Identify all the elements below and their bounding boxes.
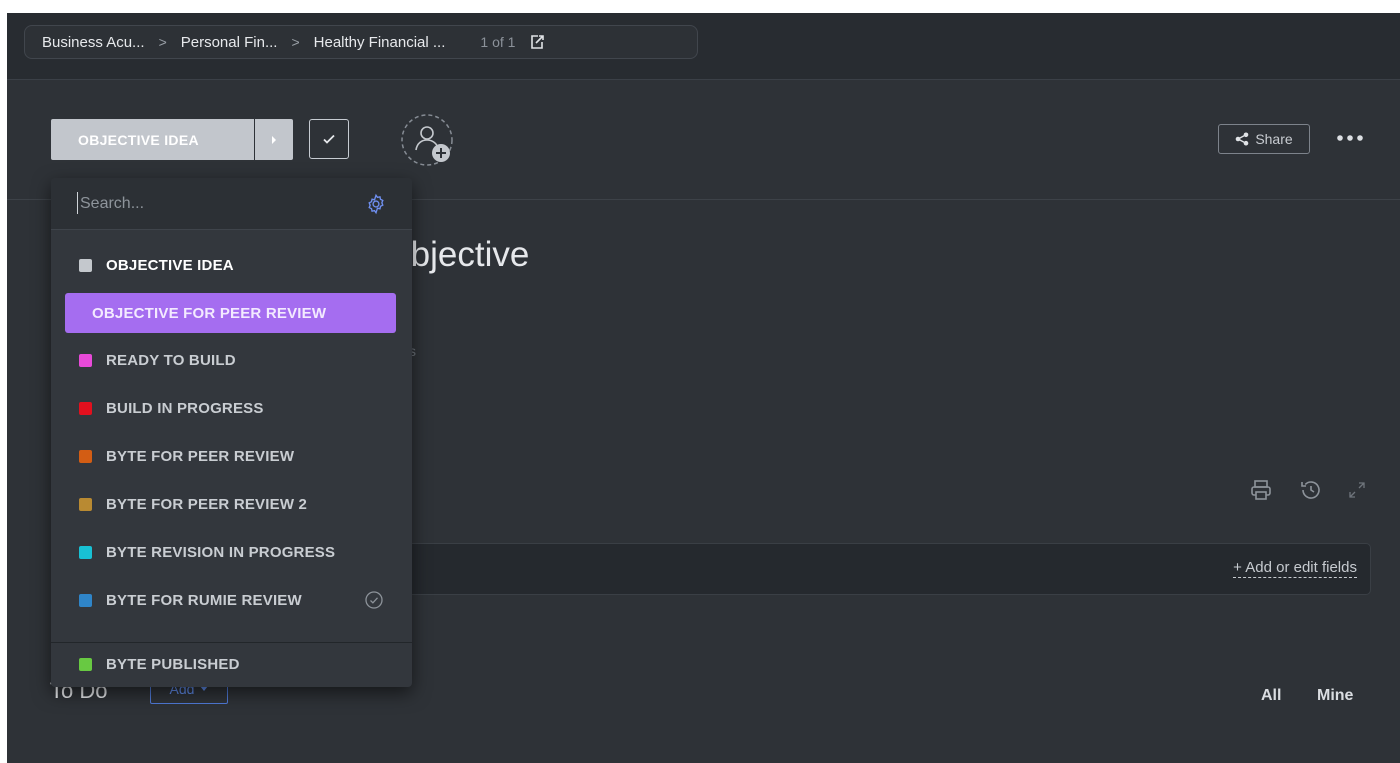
add-assignee-icon[interactable]: [400, 113, 456, 169]
status-option-label: OBJECTIVE FOR PEER REVIEW: [92, 304, 327, 322]
done-status-check-icon: [365, 591, 383, 609]
task-view: Business Acu... > Personal Fin... > Heal…: [7, 13, 1400, 763]
status-option-byte-revision-in-progress[interactable]: BYTE REVISION IN PROGRESS: [65, 532, 396, 572]
share-button[interactable]: Share: [1218, 124, 1310, 154]
more-options-button[interactable]: [1332, 125, 1368, 151]
status-option-ready-to-build[interactable]: READY TO BUILD: [65, 340, 396, 380]
status-color-swatch: [79, 353, 92, 367]
status-option-label: BYTE PUBLISHED: [106, 655, 240, 673]
filter-mine-tab[interactable]: Mine: [1317, 687, 1353, 705]
top-bar: Business Acu... > Personal Fin... > Heal…: [7, 13, 1400, 80]
breadcrumb-item-folder[interactable]: Personal Fin...: [181, 34, 278, 51]
add-edit-fields-link[interactable]: + Add or edit fields: [1233, 559, 1357, 578]
caret-right-icon: [272, 135, 276, 144]
status-color-swatch: [79, 545, 92, 559]
breadcrumb-item-list[interactable]: Healthy Financial ...: [314, 34, 446, 51]
filter-all-tab[interactable]: All: [1261, 687, 1281, 705]
share-icon: [1236, 132, 1249, 146]
task-title[interactable]: )bjective: [399, 235, 529, 275]
status-search-input[interactable]: [78, 191, 352, 217]
status-button[interactable]: OBJECTIVE IDEA: [51, 119, 254, 160]
status-color-swatch: [79, 593, 92, 607]
status-option-label: OBJECTIVE IDEA: [106, 256, 234, 274]
status-option-label: BYTE FOR PEER REVIEW: [106, 447, 295, 465]
status-dropdown: OBJECTIVE IDEA OBJECTIVE FOR PEER REVIEW…: [51, 178, 412, 687]
share-label: Share: [1255, 131, 1293, 147]
history-icon[interactable]: [1299, 478, 1323, 502]
status-option-build-in-progress[interactable]: BUILD IN PROGRESS: [65, 388, 396, 428]
status-option-label: BUILD IN PROGRESS: [106, 399, 264, 417]
gear-icon[interactable]: [365, 193, 387, 215]
status-search: [51, 178, 412, 230]
status-option-label: BYTE FOR PEER REVIEW 2: [106, 495, 308, 513]
next-status-button[interactable]: [255, 119, 293, 160]
breadcrumb: Business Acu... > Personal Fin... > Heal…: [24, 25, 698, 59]
breadcrumb-item-space[interactable]: Business Acu...: [42, 34, 145, 51]
custom-fields-bar: + Add or edit fields: [390, 543, 1371, 595]
checkmark-icon: [323, 134, 335, 144]
status-option-byte-published[interactable]: BYTE PUBLISHED: [65, 644, 396, 684]
status-color-swatch: [79, 657, 92, 671]
status-option-byte-for-peer-review-2[interactable]: BYTE FOR PEER REVIEW 2: [65, 484, 396, 524]
status-color-swatch: [79, 449, 92, 463]
ellipsis-icon: [1337, 135, 1363, 141]
status-color-swatch: [79, 258, 92, 272]
status-color-swatch: [79, 401, 92, 415]
status-option-objective-idea[interactable]: OBJECTIVE IDEA: [65, 245, 396, 285]
breadcrumb-separator: >: [158, 34, 167, 50]
task-count: 1 of 1: [480, 34, 516, 50]
complete-task-button[interactable]: [309, 119, 349, 159]
status-option-objective-for-peer-review[interactable]: OBJECTIVE FOR PEER REVIEW: [65, 293, 396, 333]
status-option-label: READY TO BUILD: [106, 351, 236, 369]
open-external-icon[interactable]: [529, 34, 545, 50]
status-option-byte-for-peer-review[interactable]: BYTE FOR PEER REVIEW: [65, 436, 396, 476]
status-option-label: BYTE REVISION IN PROGRESS: [106, 543, 336, 561]
closed-status-divider: [51, 642, 412, 643]
print-icon[interactable]: [1249, 478, 1273, 502]
status-option-label: BYTE FOR RUMIE REVIEW: [106, 591, 302, 609]
status-option-byte-for-rumie-review[interactable]: BYTE FOR RUMIE REVIEW: [65, 580, 396, 620]
expand-icon[interactable]: [1346, 478, 1368, 502]
status-color-swatch: [79, 497, 92, 511]
breadcrumb-separator: >: [291, 34, 300, 50]
